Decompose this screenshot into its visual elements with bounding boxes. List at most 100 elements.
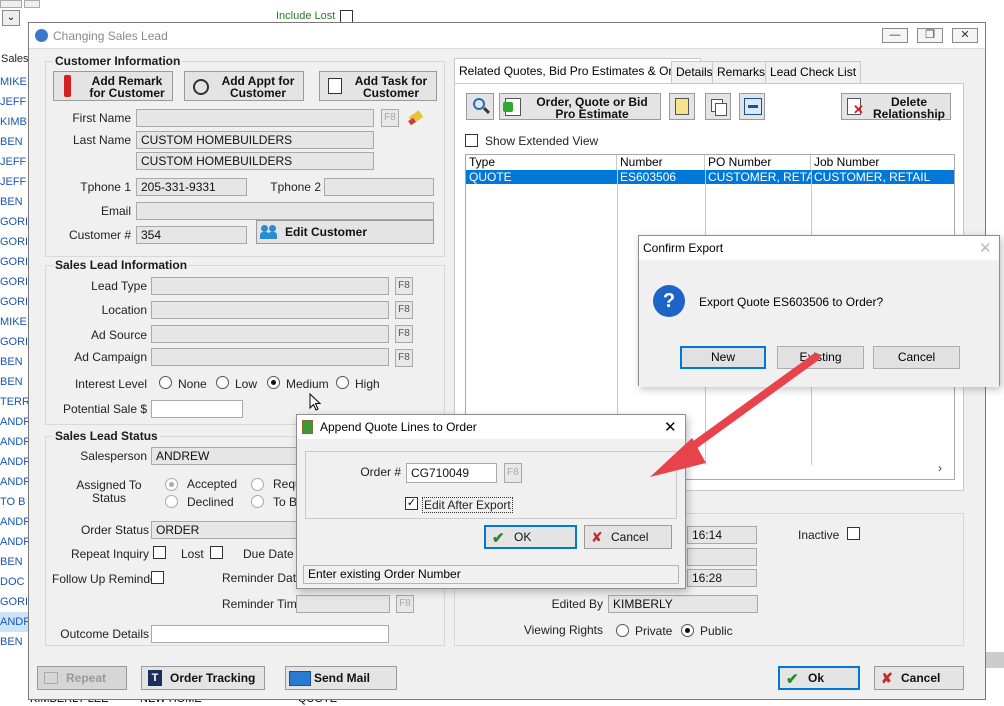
grid-header-type[interactable]: Type <box>466 155 617 170</box>
list-item[interactable]: ANDR <box>0 612 28 632</box>
export-button[interactable] <box>739 93 765 120</box>
repeat-inquiry-checkbox[interactable] <box>153 546 166 559</box>
edit-after-export-checkbox[interactable]: ✓ <box>405 497 418 510</box>
private-radio[interactable] <box>616 624 629 637</box>
first-name-field[interactable] <box>136 109 374 127</box>
list-item[interactable]: ANDR <box>0 452 28 472</box>
restore-button[interactable]: ❐ <box>917 28 943 43</box>
search-button[interactable] <box>466 93 494 120</box>
list-item[interactable]: KIMB <box>0 112 28 132</box>
minimize-button[interactable]: — <box>882 28 908 43</box>
interest-none-radio[interactable] <box>159 376 172 389</box>
ad-source-field[interactable] <box>151 325 389 343</box>
list-item[interactable]: GORI <box>0 272 28 292</box>
tab-remarks[interactable]: Remarks <box>712 61 771 83</box>
order-tracking-button[interactable]: T Order Tracking <box>141 666 265 690</box>
reminder-time-f8[interactable]: F8 <box>396 595 414 613</box>
ad-campaign-f8[interactable]: F8 <box>395 349 413 367</box>
lead-type-f8[interactable]: F8 <box>395 277 413 295</box>
delete-relationship-button[interactable]: ✕ Delete Relationship <box>841 93 951 120</box>
list-item[interactable]: JEFF <box>0 172 28 192</box>
list-item[interactable]: MIKE <box>0 312 28 332</box>
salesperson-field[interactable]: ANDREW <box>151 447 301 465</box>
grid-header-number[interactable]: Number <box>617 155 705 170</box>
lost-checkbox[interactable] <box>210 546 223 559</box>
list-item[interactable]: GORI <box>0 232 28 252</box>
list-item[interactable]: BEN <box>0 552 28 572</box>
order-status-field[interactable]: ORDER <box>151 521 301 539</box>
ad-campaign-field[interactable] <box>151 348 389 366</box>
copy-button[interactable] <box>705 93 731 120</box>
public-radio[interactable] <box>681 624 694 637</box>
list-item[interactable]: BEN <box>0 132 28 152</box>
edit-customer-button[interactable]: Edit Customer <box>256 220 434 244</box>
list-item[interactable]: TO B <box>0 492 28 512</box>
order-quote-button[interactable]: Order, Quote or Bid Pro Estimate <box>499 93 661 120</box>
list-item[interactable]: ANDR <box>0 472 28 492</box>
order-num-f8[interactable]: F8 <box>504 463 522 483</box>
customer-num-field[interactable]: 354 <box>136 226 247 244</box>
list-item[interactable]: DOC <box>0 572 28 592</box>
list-item[interactable]: BEN <box>0 632 28 652</box>
close-icon[interactable]: ✕ <box>979 239 992 257</box>
append-cancel-button[interactable]: ✘ Cancel <box>584 525 672 549</box>
list-item[interactable]: GORI <box>0 592 28 612</box>
declined-radio[interactable] <box>165 495 178 508</box>
potential-sale-field[interactable] <box>151 400 243 418</box>
lead-type-field[interactable] <box>151 277 389 295</box>
list-item[interactable]: BEN <box>0 192 28 212</box>
list-item[interactable]: MIKE <box>0 72 28 92</box>
list-item[interactable]: ANDR <box>0 412 28 432</box>
list-item[interactable]: GORI <box>0 252 28 272</box>
tab-related-quotes[interactable]: Related Quotes, Bid Pro Estimates & Orde… <box>454 58 701 84</box>
interest-low-radio[interactable] <box>216 376 229 389</box>
last-name-field-2[interactable]: CUSTOM HOMEBUILDERS <box>136 152 374 170</box>
list-item[interactable]: BEN <box>0 352 28 372</box>
eraser-icon[interactable] <box>407 109 425 127</box>
bg-dropdown-icon[interactable]: ⌄ <box>2 10 20 26</box>
list-item[interactable]: GORI <box>0 332 28 352</box>
follow-up-checkbox[interactable] <box>151 571 164 584</box>
tab-lead-check-list[interactable]: Lead Check List <box>765 61 862 83</box>
list-item[interactable]: BEN <box>0 372 28 392</box>
tob-radio[interactable] <box>251 495 264 508</box>
email-field[interactable] <box>136 202 434 220</box>
requ-radio[interactable] <box>251 478 264 491</box>
append-ok-button[interactable]: ✔ OK <box>484 525 577 549</box>
order-num-input[interactable]: CG710049 <box>406 463 497 483</box>
list-item[interactable]: GORI <box>0 212 28 232</box>
cancel-export-button[interactable]: Cancel <box>873 346 960 369</box>
location-f8[interactable]: F8 <box>395 301 413 319</box>
grid-header-po[interactable]: PO Number <box>705 155 811 170</box>
add-task-button[interactable]: Add Task for Customer <box>319 71 437 101</box>
edit-doc-button[interactable] <box>669 93 695 120</box>
last-name-field[interactable]: CUSTOM HOMEBUILDERS <box>136 131 374 149</box>
list-item[interactable]: JEFF <box>0 92 28 112</box>
list-item[interactable]: TERR <box>0 392 28 412</box>
reminder-time-field[interactable] <box>296 595 390 613</box>
list-item[interactable]: ANDR <box>0 432 28 452</box>
outcome-field[interactable] <box>151 625 389 643</box>
ad-source-f8[interactable]: F8 <box>395 325 413 343</box>
tphone1-field[interactable]: 205-331-9331 <box>136 178 247 196</box>
ok-button[interactable]: ✔ Ok <box>778 666 860 690</box>
send-mail-button[interactable]: Send Mail <box>285 666 397 690</box>
date2-field[interactable] <box>687 548 757 566</box>
repeat-button[interactable]: Repeat <box>37 666 127 690</box>
interest-medium-radio[interactable] <box>267 376 280 389</box>
close-button[interactable]: ✕ <box>952 28 978 43</box>
list-item[interactable]: ANDR <box>0 532 28 552</box>
scroll-right-icon[interactable]: › <box>938 461 942 475</box>
accepted-radio[interactable] <box>165 478 178 491</box>
show-extended-checkbox[interactable] <box>465 134 478 147</box>
add-appt-button[interactable]: Add Appt for Customer <box>184 71 304 101</box>
add-remark-button[interactable]: Add Remark for Customer <box>53 71 173 101</box>
first-name-f8[interactable]: F8 <box>381 109 399 127</box>
cancel-button[interactable]: ✘ Cancel <box>874 666 964 690</box>
interest-high-radio[interactable] <box>336 376 349 389</box>
time1-field[interactable]: 16:14 <box>687 526 757 544</box>
list-item[interactable]: GORI <box>0 292 28 312</box>
grid-header-job[interactable]: Job Number <box>811 155 956 170</box>
tab-details[interactable]: Details <box>671 61 718 83</box>
list-item[interactable]: JEFF <box>0 152 28 172</box>
